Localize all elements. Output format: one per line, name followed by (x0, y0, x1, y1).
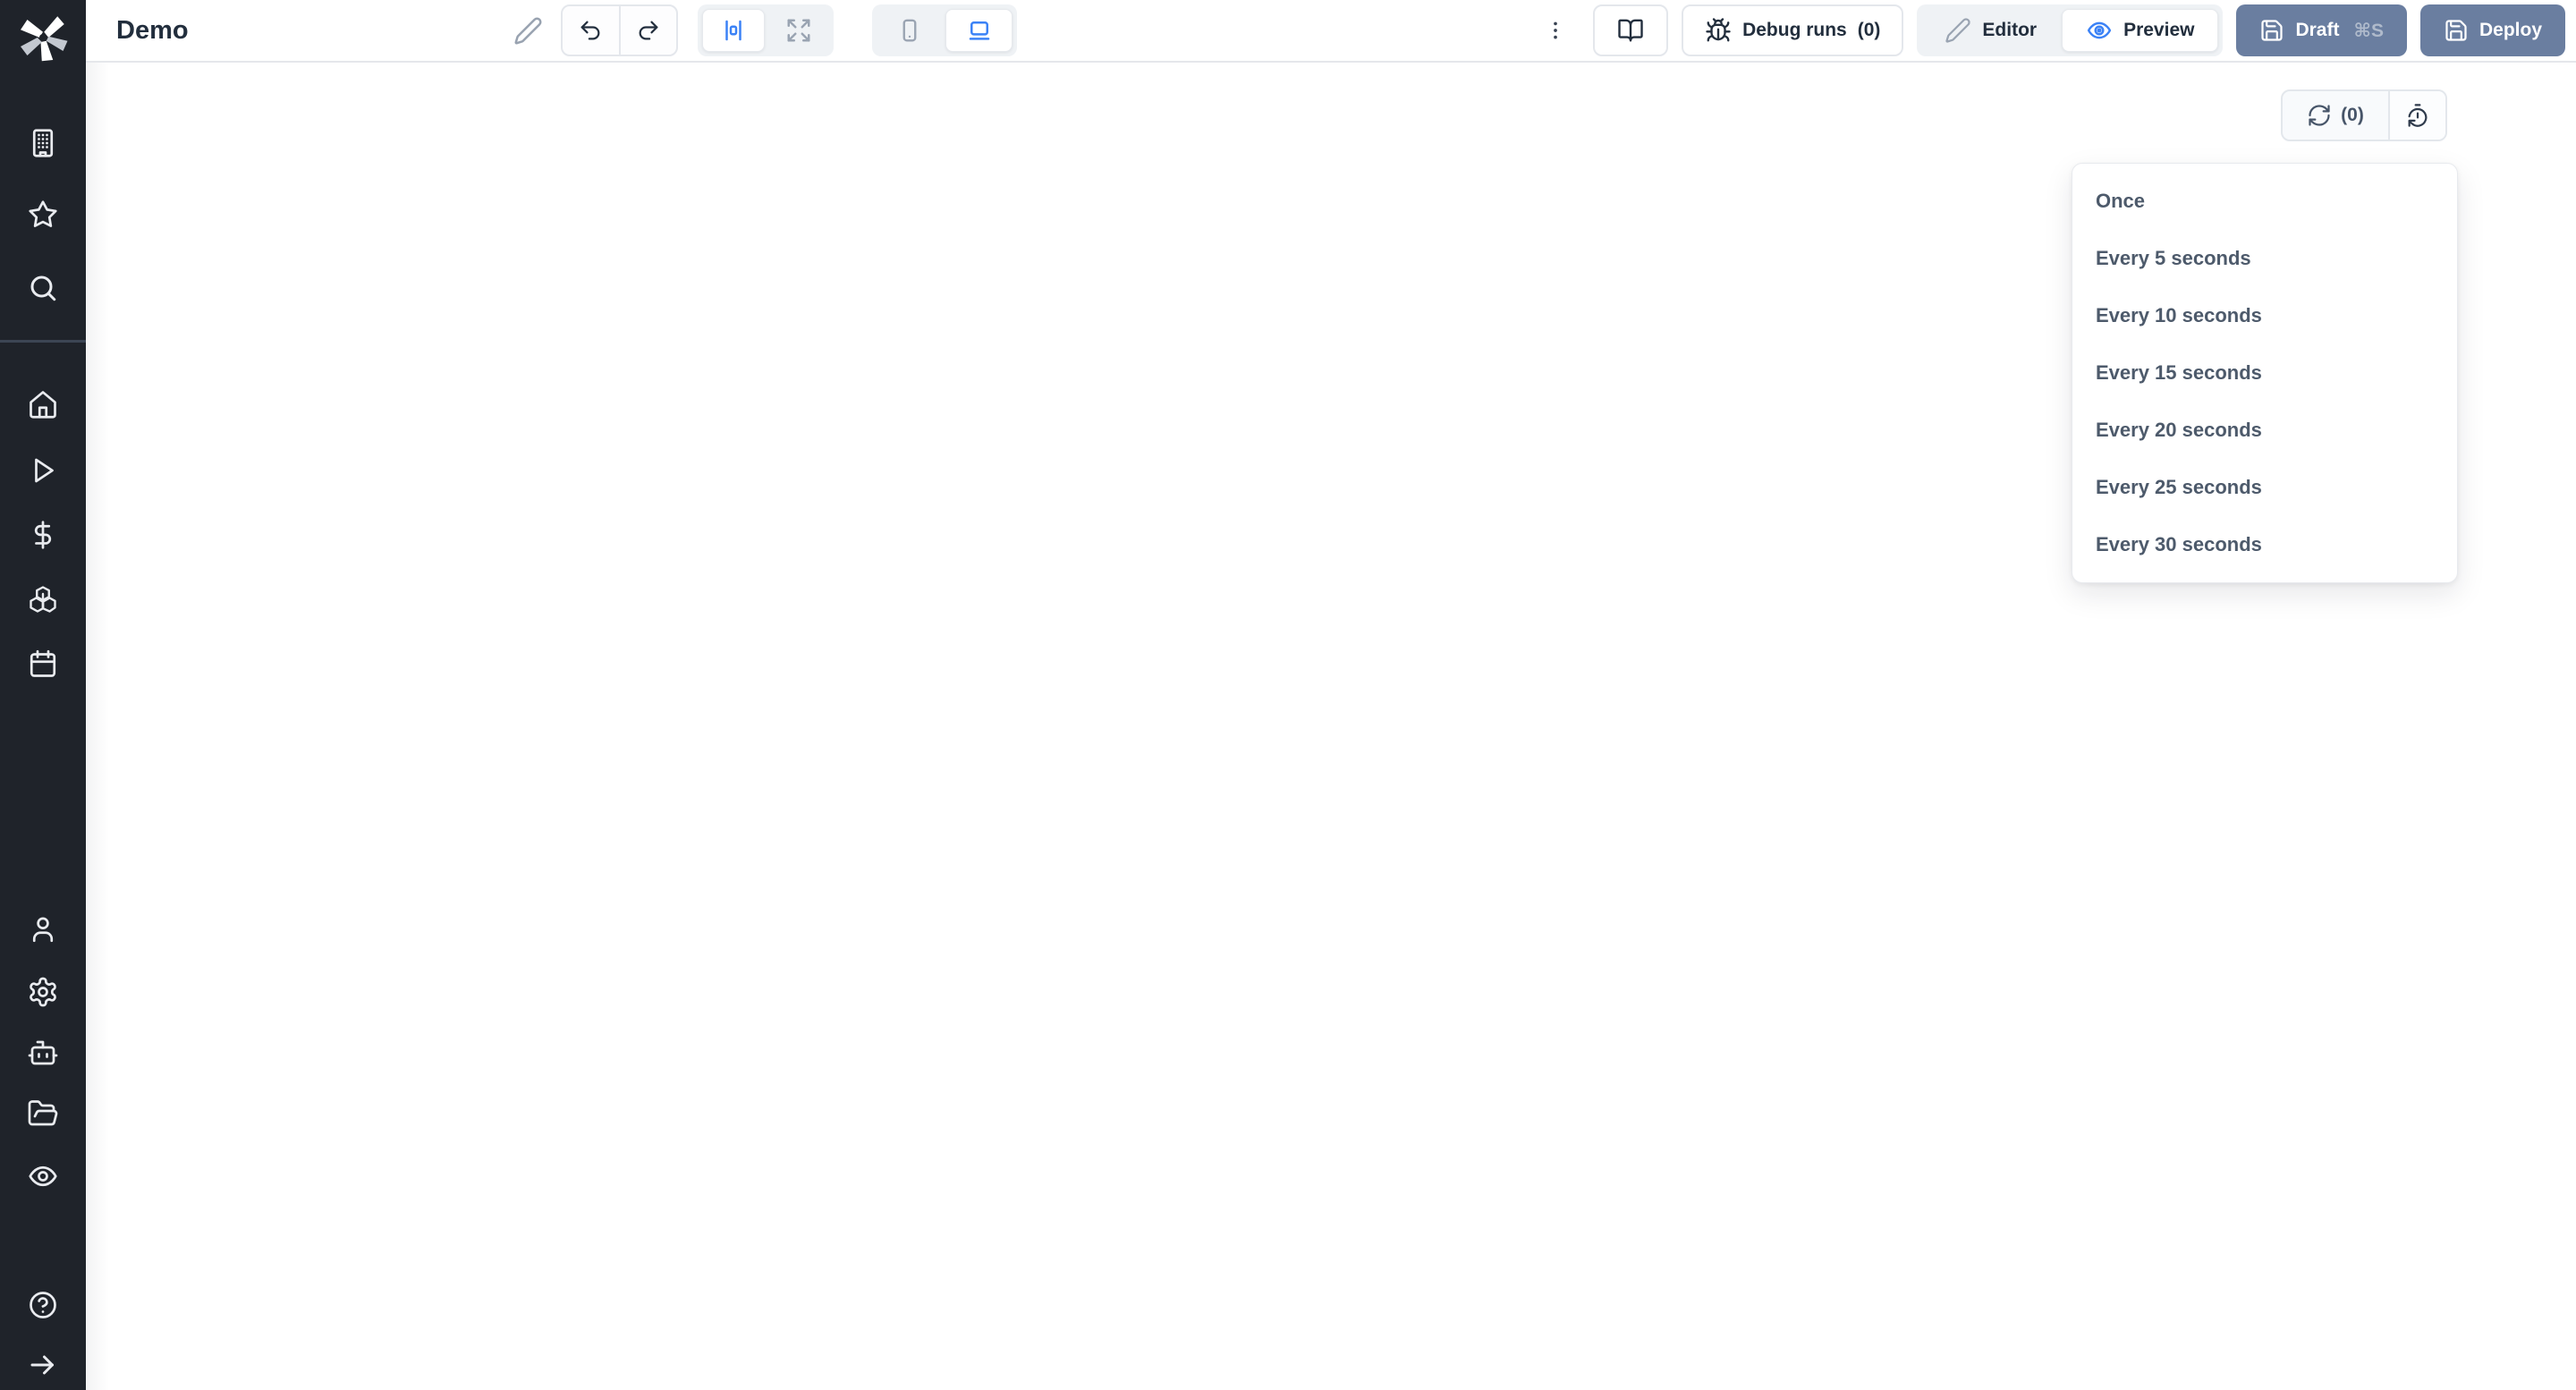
debug-runs-count: (0) (1858, 20, 1881, 41)
menu-item-every-25s[interactable]: Every 25 seconds (2072, 459, 2457, 516)
play-icon (27, 454, 59, 487)
pencil-icon (513, 16, 543, 46)
sidebar-item-search[interactable] (27, 272, 59, 304)
undo-button[interactable] (563, 6, 619, 55)
sidebar-item-audit[interactable] (27, 1160, 59, 1192)
sidebar-item-settings[interactable] (27, 976, 59, 1008)
sidebar-item-help[interactable] (27, 1289, 59, 1321)
robot-icon (27, 1037, 59, 1069)
laptop-icon (966, 17, 993, 44)
smartphone-icon (896, 17, 923, 44)
sidebar-item-schedules[interactable] (27, 648, 59, 680)
deploy-label: Deploy (2479, 20, 2542, 41)
user-icon (27, 913, 59, 945)
preview-tab[interactable]: Preview (2062, 9, 2218, 52)
expand-icon (785, 17, 812, 44)
draft-shortcut: ⌘S (2353, 20, 2384, 42)
mobile-view-option[interactable] (877, 9, 942, 52)
sidebar-edge-shadow (86, 63, 109, 1390)
preview-label: Preview (2123, 20, 2194, 41)
folder-open-icon (27, 1098, 59, 1130)
menu-item-every-30s[interactable]: Every 30 seconds (2072, 516, 2457, 573)
boxes-icon (27, 583, 59, 615)
eye-icon (27, 1160, 59, 1192)
sidebar-item-workers[interactable] (27, 1037, 59, 1069)
refresh-control: (0) (2281, 89, 2447, 141)
redo-button[interactable] (619, 6, 677, 55)
page-title: Demo (116, 0, 189, 61)
save-icon (2259, 18, 2284, 43)
sidebar-item-runs[interactable] (27, 454, 59, 487)
undo-icon (578, 18, 603, 43)
sidebar-item-workspace[interactable] (27, 127, 59, 159)
sidebar-item-resources[interactable] (27, 583, 59, 615)
contained-width-icon (720, 17, 747, 44)
save-icon (2444, 18, 2469, 43)
topbar-right-cluster: Debug runs (0) Editor (1531, 4, 2565, 56)
settings-gear-icon (27, 976, 59, 1008)
rename-app-button[interactable] (513, 16, 543, 50)
calendar-icon (27, 648, 59, 680)
sidebar-item-variables[interactable] (27, 519, 59, 551)
refresh-count: (0) (2341, 105, 2364, 126)
editor-tab[interactable]: Editor (1921, 4, 2060, 56)
book-open-icon (1617, 17, 1644, 44)
pencil-icon (1945, 17, 1971, 44)
draft-label: Draft (2295, 20, 2339, 41)
debug-runs-button[interactable]: Debug runs (0) (1682, 4, 1903, 56)
help-icon (27, 1289, 59, 1321)
sidebar-item-expand[interactable] (27, 1349, 59, 1381)
save-draft-button[interactable]: Draft ⌘S (2236, 4, 2407, 56)
more-options-button[interactable] (1531, 4, 1580, 56)
menu-item-every-20s[interactable]: Every 20 seconds (2072, 402, 2457, 459)
arrow-right-icon (27, 1349, 59, 1381)
editor-preview-toggle: Editor Preview (1917, 4, 2223, 56)
refresh-interval-button[interactable] (2388, 91, 2445, 140)
sidebar-item-home[interactable] (27, 388, 59, 420)
building-icon (27, 127, 59, 159)
menu-item-every-15s[interactable]: Every 15 seconds (2072, 344, 2457, 402)
menu-item-every-5s[interactable]: Every 5 seconds (2072, 230, 2457, 287)
deploy-button[interactable]: Deploy (2420, 4, 2565, 56)
full-width-option[interactable] (768, 9, 829, 52)
editor-label: Editor (1982, 20, 2037, 41)
star-icon (27, 199, 59, 231)
sidebar-item-folders[interactable] (27, 1098, 59, 1130)
sidebar-divider (0, 340, 86, 343)
refresh-interval-menu: Once Every 5 seconds Every 10 seconds Ev… (2072, 163, 2458, 583)
windmill-logo[interactable] (16, 11, 70, 64)
dollar-icon (27, 519, 59, 551)
desktop-view-option[interactable] (945, 9, 1013, 52)
undo-redo-group (561, 4, 678, 56)
sidebar-item-user[interactable] (27, 913, 59, 945)
device-toggle (872, 4, 1017, 56)
menu-item-once[interactable]: Once (2072, 173, 2457, 230)
contained-width-option[interactable] (702, 9, 765, 52)
canvas-width-toggle (698, 4, 834, 56)
kebab-menu-icon (1544, 17, 1567, 44)
sidebar-item-favorites[interactable] (27, 199, 59, 231)
sidebar (0, 0, 86, 1390)
bug-icon (1705, 17, 1732, 44)
timer-reset-icon (2405, 103, 2430, 128)
topbar: Demo (86, 0, 2576, 63)
refresh-button[interactable]: (0) (2283, 91, 2388, 140)
menu-item-every-10s[interactable]: Every 10 seconds (2072, 287, 2457, 344)
home-icon (27, 388, 59, 420)
app-root: Demo (0, 0, 2576, 1390)
search-icon (27, 272, 59, 304)
eye-icon (2086, 17, 2113, 44)
docs-button[interactable] (1593, 4, 1668, 56)
debug-runs-label: Debug runs (1742, 20, 1847, 41)
redo-icon (636, 18, 661, 43)
refresh-icon (2307, 103, 2332, 128)
windmill-pinwheel-icon (16, 11, 70, 64)
